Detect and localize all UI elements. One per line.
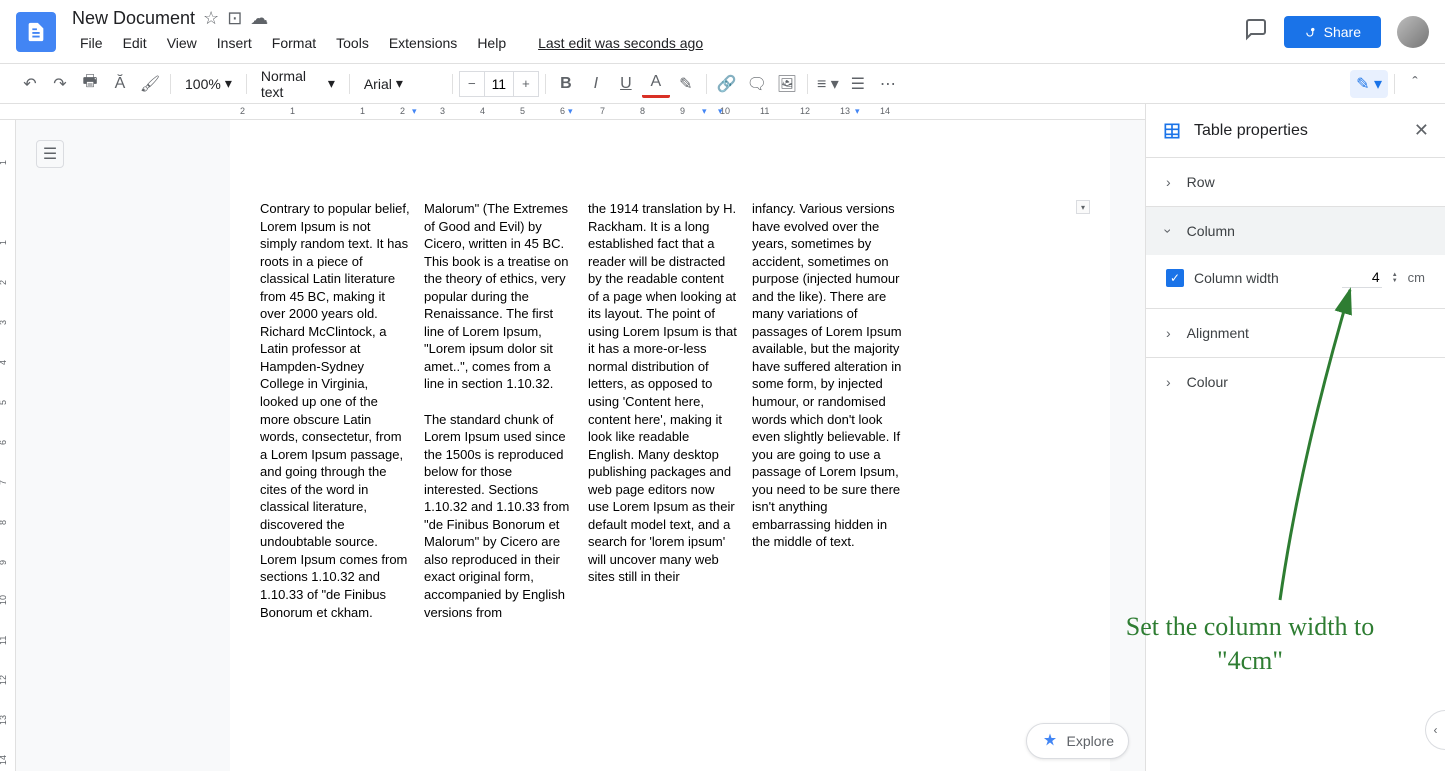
share-button[interactable]: Share: [1284, 16, 1381, 48]
redo-icon[interactable]: ↷: [46, 70, 74, 98]
section-column[interactable]: › Column: [1146, 207, 1445, 255]
menu-view[interactable]: View: [159, 31, 205, 55]
section-alignment[interactable]: › Alignment: [1146, 309, 1445, 357]
font-size-decrease[interactable]: −: [460, 72, 484, 96]
column-width-input[interactable]: [1342, 267, 1382, 288]
zoom-select[interactable]: 100% ▾: [177, 71, 240, 96]
section-colour[interactable]: › Colour: [1146, 358, 1445, 406]
table-cell[interactable]: the 1914 translation by H. Rackham. It i…: [588, 200, 738, 621]
line-spacing-icon[interactable]: ☰: [844, 70, 872, 98]
column-width-stepper[interactable]: ▲▼: [1392, 272, 1398, 284]
menu-format[interactable]: Format: [264, 31, 324, 55]
menu-tools[interactable]: Tools: [328, 31, 377, 55]
sidebar-title: Table properties: [1194, 122, 1402, 140]
print-icon[interactable]: 🖶: [76, 70, 104, 98]
link-icon[interactable]: 🔗: [713, 70, 741, 98]
cloud-icon[interactable]: ☁: [250, 8, 268, 29]
chevron-right-icon: ›: [1166, 374, 1171, 390]
star-icon[interactable]: ☆: [203, 8, 219, 29]
menu-file[interactable]: File: [72, 31, 111, 55]
column-width-checkbox[interactable]: ✓: [1166, 269, 1184, 287]
italic-icon[interactable]: I: [582, 70, 610, 98]
text-color-icon[interactable]: A: [642, 70, 670, 98]
table-icon: [1162, 121, 1182, 141]
toolbar: ↶ ↷ 🖶 Ă 🖌 100% ▾ Normal text ▾ Arial ▾ −…: [0, 64, 1445, 104]
more-icon[interactable]: ⋯: [874, 70, 902, 98]
comments-icon[interactable]: [1244, 17, 1268, 46]
table-cell[interactable]: Contrary to popular belief, Lorem Ipsum …: [260, 200, 410, 621]
menu-edit[interactable]: Edit: [115, 31, 155, 55]
section-row[interactable]: › Row: [1146, 158, 1445, 206]
undo-icon[interactable]: ↶: [16, 70, 44, 98]
chevron-right-icon: ›: [1166, 325, 1171, 341]
close-icon[interactable]: ✕: [1414, 120, 1429, 141]
last-edit-link[interactable]: Last edit was seconds ago: [530, 31, 711, 55]
align-icon[interactable]: ≡ ▾: [814, 70, 842, 98]
underline-icon[interactable]: U: [612, 70, 640, 98]
comment-add-icon[interactable]: 🗨: [743, 70, 771, 98]
table-options-dropdown[interactable]: ▾: [1076, 200, 1090, 214]
user-avatar[interactable]: [1397, 16, 1429, 48]
horizontal-ruler[interactable]: 2 1 1 2 3 4 5 6 7 8 9 10 11 12 13 14 ▾ ▾…: [0, 104, 1145, 120]
menubar: File Edit View Insert Format Tools Exten…: [72, 31, 1244, 55]
chevron-right-icon: ›: [1166, 174, 1171, 190]
column-width-unit: cm: [1408, 270, 1425, 285]
collapse-icon[interactable]: ˆ: [1401, 70, 1429, 98]
document-page: ▾ Contrary to popular belief, Lorem Ipsu…: [230, 120, 1110, 771]
vertical-ruler[interactable]: 1 1 2 3 4 5 6 7 8 9 10 11 12 13 14: [0, 120, 16, 771]
table-cell[interactable]: infancy. Various versions have evolved o…: [752, 200, 902, 621]
font-size-increase[interactable]: +: [514, 72, 538, 96]
menu-help[interactable]: Help: [469, 31, 514, 55]
table-cell[interactable]: Malorum" (The Extremes of Good and Evil)…: [424, 200, 574, 621]
move-icon[interactable]: ⊡: [227, 8, 242, 29]
menu-insert[interactable]: Insert: [209, 31, 260, 55]
explore-button[interactable]: Explore: [1026, 723, 1129, 759]
table-properties-panel: Table properties ✕ › Row › Column ✓ Colu…: [1145, 104, 1445, 771]
spellcheck-icon[interactable]: Ă: [106, 70, 134, 98]
bold-icon[interactable]: B: [552, 70, 580, 98]
column-width-label: Column width: [1194, 270, 1332, 286]
menu-extensions[interactable]: Extensions: [381, 31, 465, 55]
editing-mode-button[interactable]: ✎ ▾: [1350, 70, 1388, 98]
docs-logo[interactable]: [16, 12, 56, 52]
document-title[interactable]: New Document: [72, 8, 195, 29]
style-select[interactable]: Normal text ▾: [253, 64, 343, 104]
chevron-down-icon: ›: [1160, 229, 1176, 234]
image-icon[interactable]: 🖼: [773, 70, 801, 98]
highlight-icon[interactable]: ✎: [672, 70, 700, 98]
paint-format-icon[interactable]: 🖌: [136, 70, 164, 98]
font-select[interactable]: Arial ▾: [356, 71, 446, 96]
document-outline-icon[interactable]: ☰: [36, 140, 64, 168]
font-size-input[interactable]: [484, 72, 514, 96]
